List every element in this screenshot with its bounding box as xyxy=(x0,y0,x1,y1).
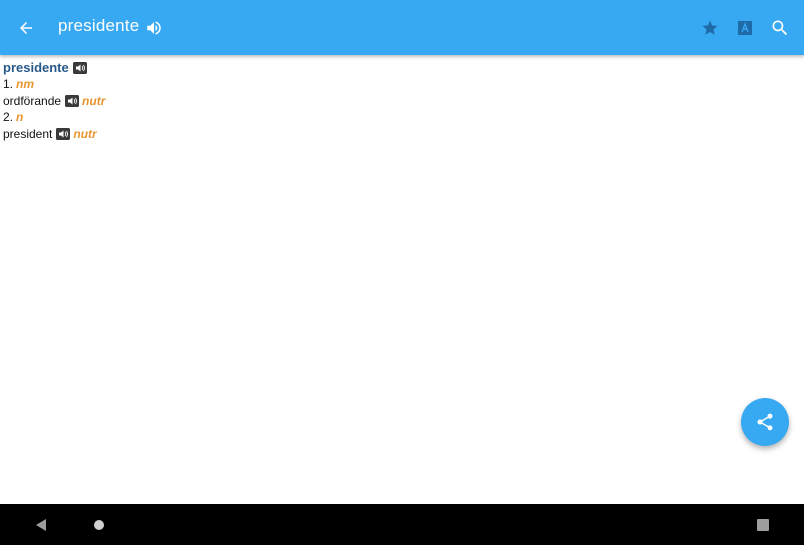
sense-number: 1. xyxy=(3,77,14,91)
speak-button[interactable] xyxy=(137,11,171,45)
headword: presidente xyxy=(3,60,69,75)
nav-home-button[interactable] xyxy=(86,512,112,538)
favorite-button[interactable] xyxy=(693,11,727,45)
volume-icon xyxy=(147,21,161,35)
part-of-speech: nm xyxy=(16,77,35,91)
speaker-icon[interactable] xyxy=(72,62,87,74)
nav-home-icon xyxy=(94,520,104,530)
translate-button[interactable] xyxy=(728,11,762,45)
page-title: presidente xyxy=(58,16,140,35)
gender-tag: nutr xyxy=(73,127,97,141)
star-icon xyxy=(702,20,718,35)
translate-icon xyxy=(738,21,752,35)
search-button[interactable] xyxy=(763,11,797,45)
nav-recent-button[interactable] xyxy=(750,512,776,538)
app-bar: presidente xyxy=(0,0,804,55)
part-of-speech: n xyxy=(16,110,24,124)
headword-line: presidente xyxy=(3,60,783,76)
translation[interactable]: president xyxy=(3,126,52,142)
system-nav-bar xyxy=(0,504,804,545)
arrow-left-icon xyxy=(20,22,32,34)
translation-line: ordförande nutr xyxy=(3,93,783,109)
nav-recent-icon xyxy=(757,519,769,531)
speaker-icon[interactable] xyxy=(65,95,80,107)
speaker-icon[interactable] xyxy=(56,128,71,140)
share-icon xyxy=(757,413,773,431)
search-icon xyxy=(772,20,788,36)
sense-header: 2. n xyxy=(3,109,783,125)
sense-header: 1. nm xyxy=(3,76,783,92)
translation-line: president nutr xyxy=(3,126,783,142)
back-button[interactable] xyxy=(9,11,43,45)
nav-back-icon xyxy=(36,519,46,531)
share-button[interactable] xyxy=(741,398,789,446)
nav-back-button[interactable] xyxy=(28,512,54,538)
gender-tag: nutr xyxy=(82,94,106,108)
sense-number: 2. xyxy=(3,110,14,124)
dictionary-entry: presidente 1. nm ordförande nutr 2. n pr… xyxy=(3,60,783,142)
translation[interactable]: ordförande xyxy=(3,93,61,109)
